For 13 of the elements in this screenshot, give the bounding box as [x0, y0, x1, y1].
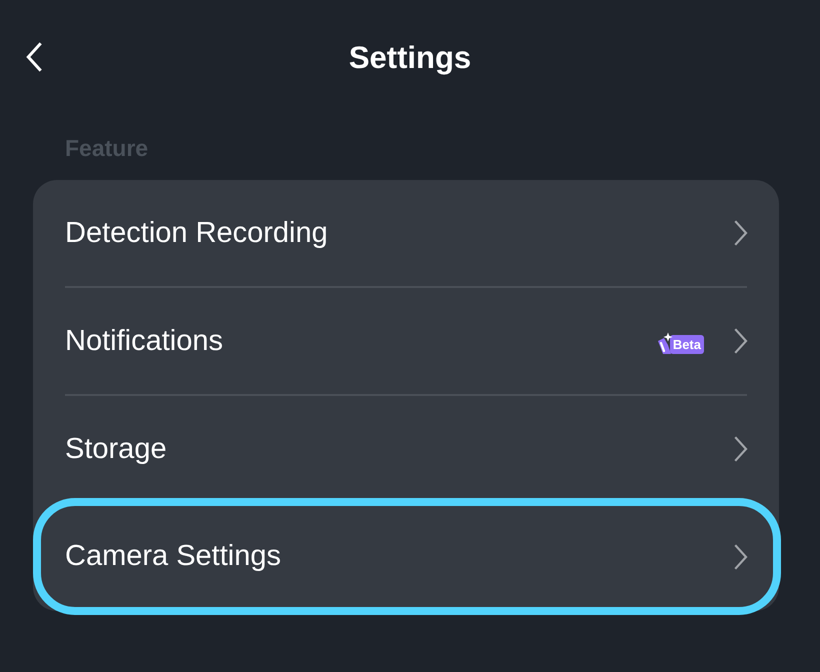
row-label: Camera Settings: [65, 542, 282, 571]
chevron-right-icon: [734, 436, 748, 462]
row-label: Notifications: [65, 326, 224, 356]
chevron-left-icon: [26, 42, 42, 72]
settings-row[interactable]: Camera Settings: [33, 498, 781, 615]
chevron-right-icon: [734, 328, 748, 354]
settings-row[interactable]: Detection Recording: [33, 180, 779, 286]
page-title: Settings: [348, 42, 472, 72]
settings-row[interactable]: Notifications Beta: [33, 288, 779, 394]
chevron-right-icon: [734, 544, 748, 570]
chevron-right-icon: [734, 220, 748, 246]
row-label: Detection Recording: [65, 218, 329, 248]
row-label: Storage: [65, 434, 168, 464]
